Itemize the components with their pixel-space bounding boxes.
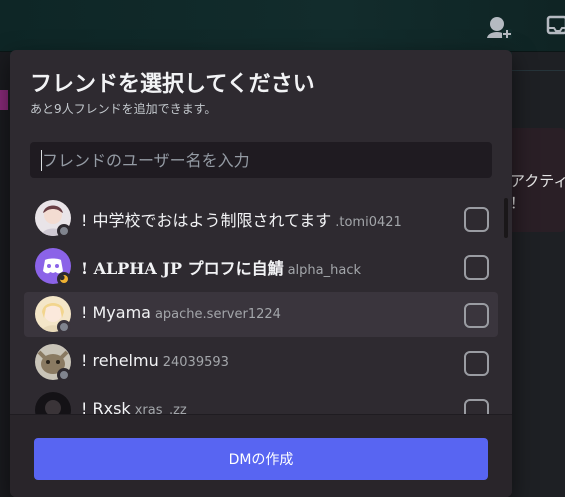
add-friend-icon[interactable] [484,14,512,40]
friend-row[interactable]: ! Rxsk xras_.zz [24,388,498,414]
top-bar [0,0,565,52]
right-panel [512,52,565,497]
friend-row[interactable]: ! 中学校でおはよう制限されてます .tomi0421 [24,196,498,241]
dialog-title: フレンドを選択してください [30,72,315,97]
friend-list-scrollbar[interactable] [504,198,508,238]
status-offline-icon [57,368,71,382]
friend-display-name: ! Rxsk [81,399,131,414]
dialog-subtitle: あと9人フレンドを追加できます。 [30,102,217,116]
friend-row[interactable]: ! rehelmu 24039593 [24,340,498,385]
create-dm-button[interactable]: DMの作成 [34,438,488,480]
friend-checkbox[interactable] [464,255,489,280]
right-card-text: アクティ ！ [510,170,565,214]
friend-username: xras_.zz [134,403,187,414]
friend-username: 24039593 [162,355,229,370]
friend-username: alpha_hack [287,263,361,278]
friend-display-name: ! rehelmu [81,351,159,370]
right-divider [512,70,565,71]
friend-list: ! 中学校でおはよう制限されてます .tomi0421 ! ALPHA JP プ… [24,196,498,414]
friend-checkbox[interactable] [464,351,489,376]
friend-name: ! 中学校でおはよう制限されてます .tomi0421 [81,207,402,231]
right-card-line1: アクティ [510,172,565,190]
friend-name: ! Myama apache.server1224 [81,303,281,322]
inbox-icon[interactable] [545,14,565,38]
right-card-line2: ！ [510,194,526,212]
friend-display-name: ! Myama [81,303,151,322]
friend-checkbox[interactable] [464,303,489,328]
friend-name: ! Rxsk xras_.zz [81,399,187,414]
friend-username: .tomi0421 [335,215,402,230]
friend-search-input[interactable] [30,142,492,178]
text-caret [41,150,42,171]
left-accent-marker [0,90,8,110]
friend-row[interactable]: ! ALPHA JP プロフに自鯖 alpha_hack [24,244,498,289]
friend-name: ! ALPHA JP プロフに自鯖 alpha_hack [81,255,361,279]
status-offline-icon [57,320,71,334]
dialog-footer: DMの作成 [10,415,512,497]
status-offline-icon [57,224,71,238]
friend-row[interactable]: ! Myama apache.server1224 [24,292,498,337]
friend-checkbox[interactable] [464,207,489,232]
friend-display-name: ! ALPHA JP プロフに自鯖 [81,259,284,278]
left-gutter [0,52,10,497]
idle-moon-icon [57,272,71,286]
friend-name: ! rehelmu 24039593 [81,351,229,370]
friend-checkbox[interactable] [464,399,489,414]
friend-username: apache.server1224 [154,307,281,322]
select-friends-dialog: フレンドを選択してください あと9人フレンドを追加できます。 ! 中学校でおはよ… [10,50,512,497]
friend-display-name: ! 中学校でおはよう制限されてます [81,211,332,230]
avatar [35,392,71,414]
